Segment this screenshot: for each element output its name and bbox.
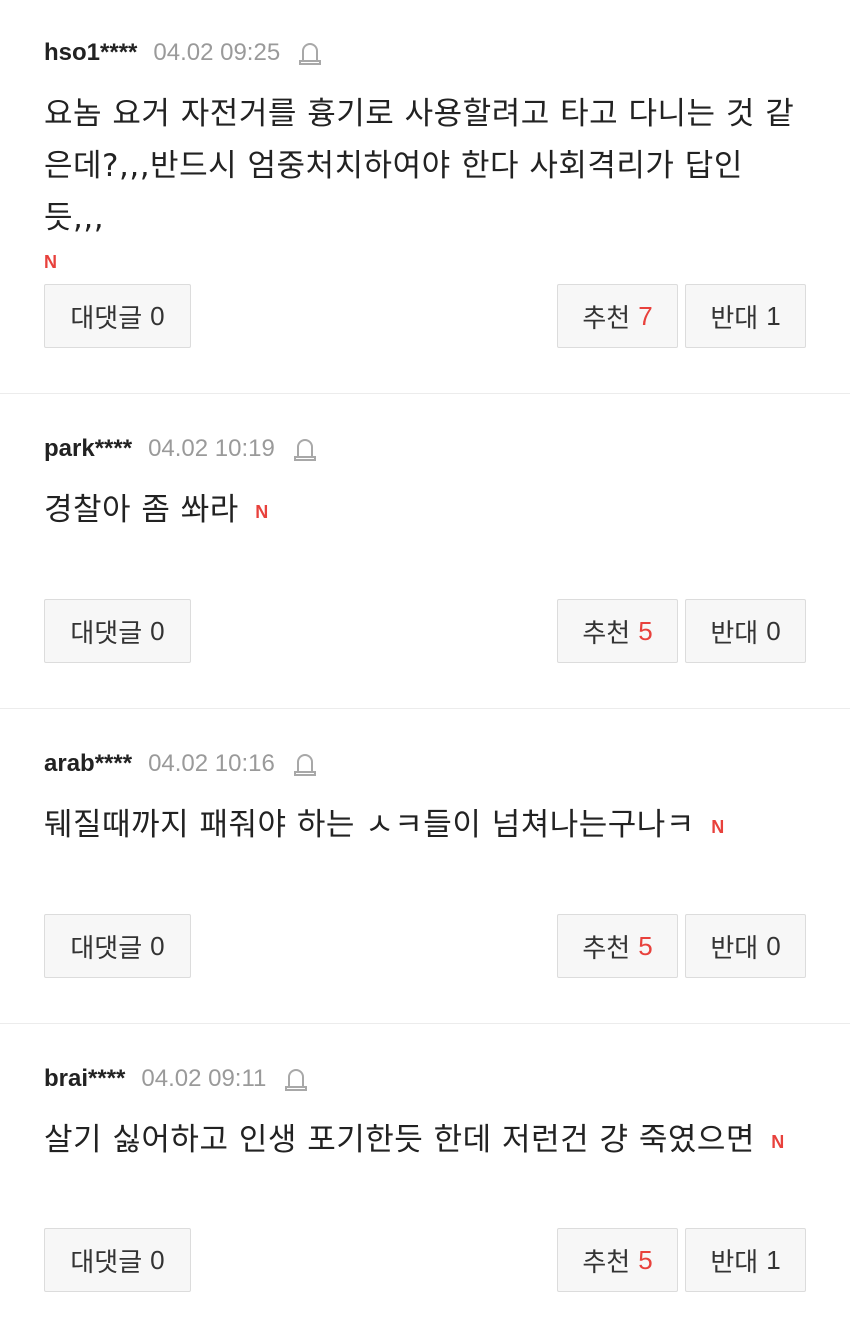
- comment-author[interactable]: brai****: [44, 1065, 125, 1093]
- upvote-label: 추천: [582, 303, 631, 334]
- comment-date: 04.02 10:19: [148, 435, 275, 462]
- upvote-button[interactable]: 추천 5: [557, 599, 678, 663]
- comment-text: 요놈 요거 자전거를 흉기로 사용할려고 타고 다니는 것 같은데?,,,반드시…: [44, 88, 806, 274]
- comment-text: 경찰아 좀 쏴라 N: [44, 484, 806, 538]
- new-badge-icon: N: [771, 1132, 785, 1152]
- siren-report-icon[interactable]: [293, 436, 317, 462]
- reply-label: 대댓글: [70, 303, 143, 334]
- downvote-button[interactable]: 반대 1: [685, 1228, 806, 1292]
- downvote-label: 반대: [710, 303, 759, 334]
- upvote-label: 추천: [582, 1247, 631, 1278]
- comment-text: 뒈질때까지 패줘야 하는 ㅅㅋ들이 넘쳐나는구나ㅋ N: [44, 799, 806, 853]
- upvote-label: 추천: [582, 933, 631, 964]
- reply-button[interactable]: 대댓글 0: [44, 599, 191, 663]
- vote-group: 추천 7 반대 1: [557, 284, 806, 348]
- comment-item: park**** 04.02 10:19 경찰아 좀 쏴라 N 대댓글 0 추천…: [0, 394, 850, 709]
- reply-button[interactable]: 대댓글 0: [44, 914, 191, 978]
- comment-date: 04.02 10:16: [148, 750, 275, 777]
- downvote-button[interactable]: 반대 0: [685, 914, 806, 978]
- downvote-label: 반대: [710, 1247, 759, 1278]
- comment-meta: hso1**** 04.02 09:25: [44, 0, 806, 68]
- comment-date: 04.02 09:11: [141, 1065, 267, 1092]
- vote-group: 추천 5 반대 0: [557, 914, 806, 978]
- reply-count: 0: [150, 615, 165, 646]
- upvote-count: 7: [638, 300, 653, 331]
- upvote-button[interactable]: 추천 7: [557, 284, 678, 348]
- comment-actions: 대댓글 0 추천 5 반대 0: [44, 914, 806, 978]
- upvote-count: 5: [638, 930, 653, 961]
- upvote-button[interactable]: 추천 5: [557, 1228, 678, 1292]
- comment-meta: park**** 04.02 10:19: [44, 394, 806, 464]
- upvote-count: 5: [638, 615, 653, 646]
- upvote-count: 5: [638, 1244, 653, 1275]
- downvote-count: 0: [766, 615, 781, 646]
- downvote-label: 반대: [710, 933, 759, 964]
- comment-item: brai**** 04.02 09:11 살기 싫어하고 인생 포기한듯 한데 …: [0, 1024, 850, 1329]
- comment-item: hso1**** 04.02 09:25 요놈 요거 자전거를 흉기로 사용할려…: [0, 0, 850, 394]
- comment-meta: brai**** 04.02 09:11: [44, 1024, 806, 1094]
- comment-body: 경찰아 좀 쏴라: [44, 492, 239, 528]
- comment-body: 뒈질때까지 패줘야 하는 ㅅㅋ들이 넘쳐나는구나ㅋ: [44, 807, 695, 843]
- comment-author[interactable]: hso1****: [44, 39, 137, 67]
- new-badge-icon: N: [255, 502, 269, 522]
- downvote-count: 0: [766, 930, 781, 961]
- comment-author[interactable]: arab****: [44, 750, 132, 778]
- comment-text: 살기 싫어하고 인생 포기한듯 한데 저런건 걍 죽였으면 N: [44, 1114, 806, 1168]
- reply-button[interactable]: 대댓글 0: [44, 1228, 191, 1292]
- siren-report-icon[interactable]: [284, 1066, 308, 1092]
- comment-actions: 대댓글 0 추천 7 반대 1: [44, 284, 806, 348]
- reply-label: 대댓글: [70, 933, 143, 964]
- reply-count: 0: [150, 1244, 165, 1275]
- comment-list: hso1**** 04.02 09:25 요놈 요거 자전거를 흉기로 사용할려…: [0, 0, 850, 1329]
- siren-report-icon[interactable]: [298, 40, 322, 66]
- vote-group: 추천 5 반대 0: [557, 599, 806, 663]
- downvote-count: 1: [766, 300, 781, 331]
- siren-report-icon[interactable]: [293, 751, 317, 777]
- reply-count: 0: [150, 930, 165, 961]
- comment-item: arab**** 04.02 10:16 뒈질때까지 패줘야 하는 ㅅㅋ들이 넘…: [0, 709, 850, 1024]
- downvote-button[interactable]: 반대 0: [685, 599, 806, 663]
- reply-label: 대댓글: [70, 1247, 143, 1278]
- downvote-count: 1: [766, 1244, 781, 1275]
- vote-group: 추천 5 반대 1: [557, 1228, 806, 1292]
- comment-author[interactable]: park****: [44, 435, 132, 463]
- downvote-button[interactable]: 반대 1: [685, 284, 806, 348]
- reply-count: 0: [150, 300, 165, 331]
- new-badge-icon: N: [44, 252, 58, 272]
- comment-meta: arab**** 04.02 10:16: [44, 709, 806, 779]
- comment-date: 04.02 09:25: [153, 39, 281, 66]
- comment-body: 요놈 요거 자전거를 흉기로 사용할려고 타고 다니는 것 같은데?,,,반드시…: [44, 96, 795, 236]
- reply-label: 대댓글: [70, 618, 143, 649]
- comment-actions: 대댓글 0 추천 5 반대 0: [44, 599, 806, 663]
- comment-body: 살기 싫어하고 인생 포기한듯 한데 저런건 걍 죽였으면: [44, 1122, 755, 1158]
- upvote-label: 추천: [582, 618, 631, 649]
- new-badge-icon: N: [711, 817, 725, 837]
- downvote-label: 반대: [710, 618, 759, 649]
- upvote-button[interactable]: 추천 5: [557, 914, 678, 978]
- comment-actions: 대댓글 0 추천 5 반대 1: [44, 1228, 806, 1292]
- reply-button[interactable]: 대댓글 0: [44, 284, 191, 348]
